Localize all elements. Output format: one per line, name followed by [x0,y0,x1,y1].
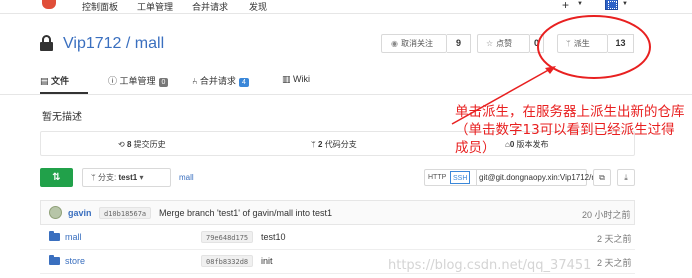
repo-name-link[interactable]: mall [135,35,164,52]
tab-issues[interactable]: ⓘ 工单管理 0 [108,74,169,87]
repo-description: 暂无描述 [42,112,82,123]
branch-icon: ᛘ [311,140,316,149]
branch-icon: ᛘ [91,173,96,182]
compare-icon: ⇅ [52,172,61,183]
fork-icon: ᛘ [566,39,571,48]
latest-commit-row: gavin d10b18567a Merge branch 'test1' of… [40,200,635,225]
fork-button[interactable]: ᛘ 派生 [557,34,608,53]
copy-icon[interactable]: ⧉ [593,169,611,186]
commits-stat[interactable]: ⟲ 8 提交历史 [118,139,166,150]
repo-title: Vip1712 / mall [63,35,164,53]
tab-files[interactable]: ▤ 文件 [40,74,69,87]
file-commit-sha[interactable]: 08fb8332d8 [201,255,254,267]
chevron-down-icon[interactable]: ▼ [622,1,628,7]
avatar[interactable] [49,206,62,219]
branch-prefix: 分支: [98,173,117,182]
http-button[interactable]: HTTP [426,171,448,184]
star-icon: ☆ [486,39,494,48]
branches-stat[interactable]: ᛘ 2 代码分支 [311,139,357,150]
file-commit-message[interactable]: init [261,256,273,266]
nav-explore[interactable]: 发现 [249,0,267,13]
file-commit-time: 2 天之前 [597,234,632,244]
commit-message[interactable]: Merge branch 'test1' of gavin/mall into … [159,208,332,218]
gogs-logo-icon[interactable] [42,0,56,9]
chevron-down-icon: ▾ [139,173,144,182]
file-commit-message[interactable]: test10 [261,232,286,242]
download-icon[interactable]: ⤓ [617,169,635,186]
repo-tabs: ▤ 文件 ⓘ 工单管理 0 ⑃ 合并请求 4 ▥ Wiki [0,68,692,95]
chevron-down-icon[interactable]: ▼ [577,1,583,7]
user-avatar[interactable] [605,0,618,10]
unwatch-button[interactable]: ◉ 取消关注 [381,34,447,53]
repo-owner-link[interactable]: Vip1712 [63,35,121,52]
issues-count-badge: 0 [158,78,169,87]
file-commit-sha[interactable]: 79e648d175 [201,231,254,243]
file-commit-time: 2 天之前 [597,258,632,268]
path-breadcrumb[interactable]: mall [179,173,194,182]
star-button[interactable]: ☆ 点赞 [477,34,530,53]
nav-pulls[interactable]: 合并请求 [192,0,228,13]
issue-icon: ⓘ [108,76,118,86]
clone-box: HTTP SSH git@git.dongnaopy.xin:Vip1712/m… [424,169,594,186]
compare-button[interactable]: ⇅ [40,168,73,187]
commit-author[interactable]: gavin [68,208,92,218]
book-icon: ▥ [282,74,291,84]
commit-time: 20 小时之前 [582,210,631,220]
watch-count[interactable]: 9 [447,34,471,53]
file-name[interactable]: mall [65,232,82,242]
merge-icon: ⑃ [192,76,198,86]
active-tab-indicator [40,92,88,94]
branch-dropdown[interactable]: ᛘ 分支: test1 ▾ [82,168,171,187]
star-count[interactable]: 0 [530,34,544,53]
history-icon: ⟲ [118,140,125,149]
commit-sha[interactable]: d10b18567a [99,207,152,219]
nav-dashboard[interactable]: 控制面板 [82,0,118,13]
file-name[interactable]: store [65,256,85,266]
fork-count[interactable]: 13 [608,34,634,53]
folder-icon [49,255,60,265]
nav-issues[interactable]: 工单管理 [137,0,173,13]
ssh-button[interactable]: SSH [450,171,471,184]
file-icon: ▤ [40,76,49,86]
tab-pulls[interactable]: ⑃ 合并请求 4 [192,74,249,87]
eye-icon: ◉ [391,39,398,48]
table-row: mall 79e648d175 test10 2 天之前 [40,226,635,250]
pulls-count-badge: 4 [238,78,249,87]
lock-icon [40,35,53,51]
repo-separator: / [125,35,131,52]
branch-name: test1 [118,173,138,182]
watermark: https://blog.csdn.net/qq_37451 [388,258,592,273]
folder-icon [49,231,60,241]
annotation-text: 单击派生，在服务器上派生出新的仓库（单击数字13可以看到已经派生过得成员） [455,104,685,156]
clone-url-input[interactable]: git@git.dongnaopy.xin:Vip1712/mall.git [476,170,594,185]
top-navbar: 控制面板 工单管理 合并请求 发现 + ▼ ▼ [0,0,692,14]
create-plus-icon[interactable]: + [562,0,569,12]
tab-wiki[interactable]: ▥ Wiki [282,74,310,85]
